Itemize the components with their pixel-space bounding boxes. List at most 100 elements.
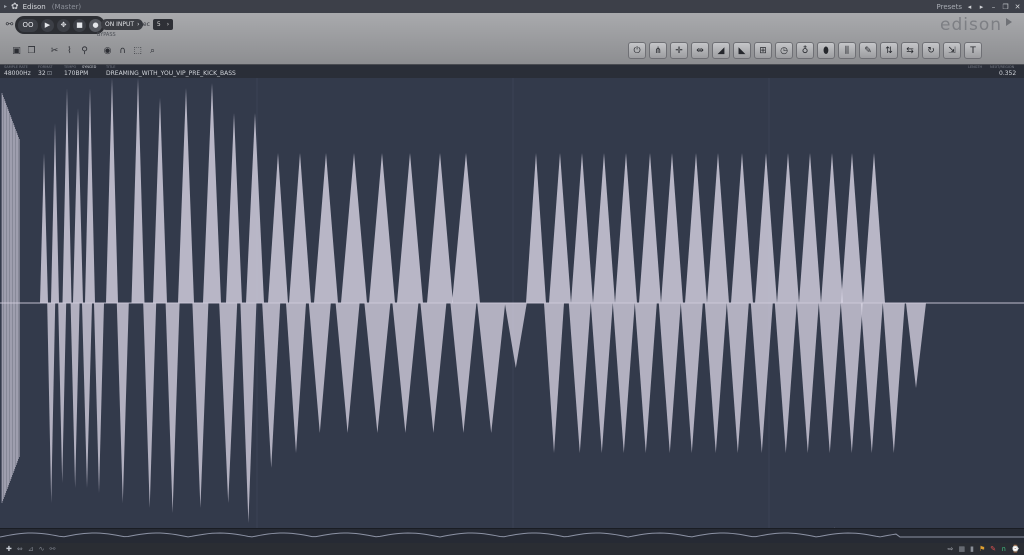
waveform-lobe-lower (544, 303, 564, 453)
waveform-lobe-upper (799, 153, 821, 303)
format-value[interactable]: 32 (38, 70, 46, 77)
zoom-icon[interactable]: ⌕ (147, 45, 158, 56)
record-length-field[interactable]: Rec 5 › (139, 19, 174, 30)
restore-icon[interactable]: ❐ (1001, 2, 1010, 11)
waveform-lobe-upper (755, 153, 777, 303)
clock-icon[interactable]: ◷ (775, 42, 793, 59)
magnet-icon[interactable]: ∩ (117, 45, 128, 56)
move-icon[interactable]: ✥ (57, 18, 70, 32)
trim-icon[interactable]: ⌇ (64, 45, 75, 56)
cut-icon[interactable]: ✂ (49, 45, 60, 56)
waveform-lobe-upper (777, 153, 799, 303)
flip-icon[interactable]: ⇅ (880, 42, 898, 59)
waveform-lobe-lower (726, 303, 749, 453)
copy-icon[interactable]: ❐ (26, 45, 37, 56)
save-icon[interactable]: ▣ (11, 45, 22, 56)
rec-label: Rec (139, 21, 150, 28)
flag-icon[interactable]: ⚑ (979, 545, 985, 553)
waveform-lobe-upper (863, 153, 885, 303)
bypass-toggle[interactable]: BYPASS (97, 32, 116, 38)
prev-arrow-icon[interactable]: ◂ (965, 2, 974, 11)
waveform-lobe-upper (707, 153, 729, 303)
waveform-lobe-lower (143, 303, 157, 508)
waveform-lobe-lower (116, 303, 129, 503)
presets-button[interactable]: Presets (937, 3, 962, 11)
waveform-lobe-upper (51, 123, 59, 303)
pen-icon[interactable]: ✎ (859, 42, 877, 59)
dropper-icon[interactable]: ⚲ (79, 45, 90, 56)
title-bar: ▸ ✿ Edison (Master) Presets ◂ ▸ – ❐ ✕ (0, 0, 1024, 13)
send-icon[interactable]: ⇲ (943, 42, 961, 59)
close-icon[interactable]: ✕ (1013, 2, 1022, 11)
next-arrow-icon[interactable]: ▸ (977, 2, 986, 11)
resize-icon[interactable]: ⇔ (17, 545, 23, 553)
crosshair-icon[interactable]: ✛ (670, 42, 688, 59)
loop-marker-icon[interactable]: ∩ (1001, 545, 1006, 553)
fade-out-icon[interactable]: ◣ (733, 42, 751, 59)
waveform-lobe-lower (165, 303, 180, 513)
loop-icon[interactable]: ↻ (922, 42, 940, 59)
collapse-arrow-icon[interactable]: ▸ (4, 3, 7, 10)
waveform-lobe-lower (450, 303, 477, 433)
loop-button[interactable]: OO (18, 18, 38, 32)
waveform-lobe-upper (85, 88, 95, 303)
clock-icon[interactable]: ⌚ (1011, 545, 1020, 553)
transport-controls: OO ▶ ✥ ■ ● (15, 16, 105, 34)
waveform-lobe-lower (286, 303, 306, 453)
reverse-icon[interactable]: ⇆ (901, 42, 919, 59)
waveform-area[interactable]: ➤ (0, 78, 1024, 537)
waveform-lobe-upper (661, 153, 683, 303)
normalize-icon[interactable]: ⇹ (691, 42, 709, 59)
waveform-lobe-lower (477, 303, 506, 433)
eye-icon[interactable]: ◉ (102, 45, 113, 56)
waveform-lobe-upper (571, 153, 593, 303)
pen-icon[interactable]: ✎ (990, 545, 996, 553)
stop-icon[interactable]: ■ (73, 18, 86, 32)
waveform-lobe-upper (427, 153, 453, 303)
waveform-lobe-lower (612, 303, 635, 453)
waveform-lobe-upper (246, 113, 264, 303)
link-icon[interactable]: ⚯ (50, 545, 56, 553)
power-icon[interactable]: ⏻ (628, 42, 646, 59)
marker-icon[interactable]: ▮ (970, 545, 974, 553)
waveform[interactable] (0, 78, 1024, 528)
split-icon[interactable]: ⋔ (649, 42, 667, 59)
waveform-lobe-lower (420, 303, 447, 433)
gear-icon[interactable]: ✿ (11, 2, 19, 12)
export-icon[interactable]: ⇨ (948, 545, 954, 553)
waveform-lobe-upper (62, 88, 72, 303)
waveform-lobe-upper (341, 153, 367, 303)
waveform-lobe-upper (639, 153, 661, 303)
position-value: 0.352 (999, 70, 1017, 77)
tempo-value[interactable]: 170BPM (64, 70, 88, 77)
waveform-lobe-upper (40, 153, 48, 303)
overview-waveform[interactable] (0, 530, 1024, 544)
eq-icon[interactable]: ⫼ (838, 42, 856, 59)
waveform-lobe-lower (590, 303, 613, 453)
waveform-lobe-lower (796, 303, 819, 453)
text-icon[interactable]: T (964, 42, 982, 59)
select-all-icon[interactable]: ⬚ (132, 45, 143, 56)
drop-icon[interactable]: ⬮ (817, 42, 835, 59)
effects-toolbar: ⏻ ⋔ ✛ ⇹ ◢ ◣ ⊞ ◷ ♁ ⬮ ⫼ ✎ ⇅ ⇆ ↻ ⇲ T (628, 42, 982, 59)
waveform-lobe-lower (364, 303, 391, 433)
waveform-lobe-lower (568, 303, 591, 453)
format-label: FORMAT (38, 65, 53, 69)
chevron-right-icon: › (166, 21, 170, 28)
on-input-dropdown[interactable]: ON INPUT › (101, 19, 144, 30)
play-icon[interactable]: ▶ (41, 18, 54, 32)
samplerate-value[interactable]: 48000Hz (4, 70, 31, 77)
wave-icon[interactable]: ∿ (39, 545, 45, 553)
levels-icon[interactable]: ⊿ (28, 545, 34, 553)
tune-icon[interactable]: ♁ (796, 42, 814, 59)
fade-in-icon[interactable]: ◢ (712, 42, 730, 59)
format-icon[interactable]: ⊡ (47, 70, 52, 77)
title-value[interactable]: DREAMING_WITH_YOU_VIP_PRE_KICK_BASS (106, 70, 236, 77)
noise-gate-icon[interactable]: ⊞ (754, 42, 772, 59)
link-icon[interactable]: ⚯ (4, 19, 15, 30)
waveform-lobe-upper (685, 153, 707, 303)
grid-icon[interactable]: ▦ (959, 545, 966, 553)
add-marker-icon[interactable]: ✚ (6, 545, 12, 553)
minimize-icon[interactable]: – (989, 2, 998, 11)
overview-scrollbar[interactable] (0, 528, 1024, 543)
